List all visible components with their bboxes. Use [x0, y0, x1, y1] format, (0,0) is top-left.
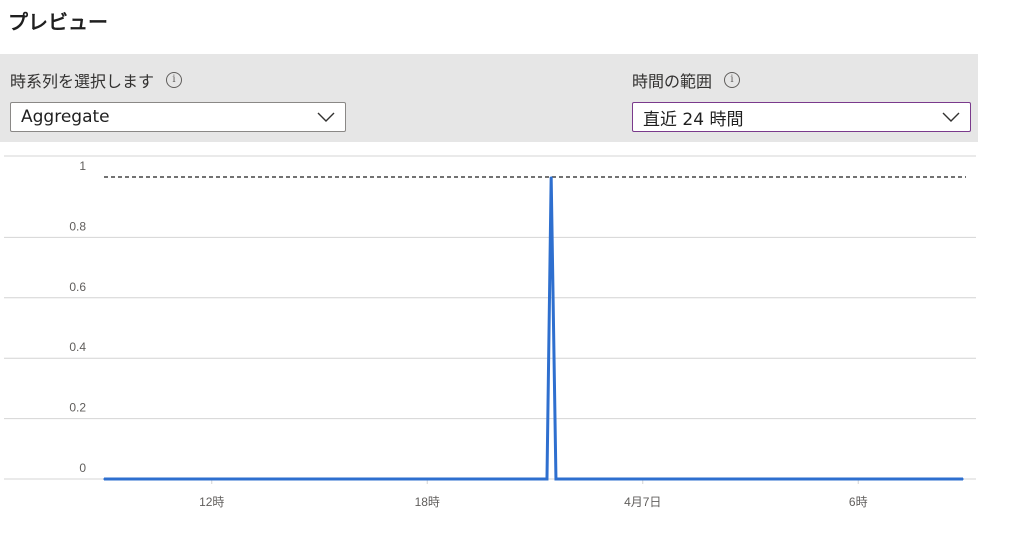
- x-tick-label: 4月7日: [624, 495, 661, 509]
- series-label-text: 時系列を選択します: [10, 72, 155, 91]
- page-title: プレビュー: [8, 10, 108, 34]
- filter-bar: 時系列を選択します i Aggregate 時間の範囲 i 直近 24 時間: [0, 54, 978, 142]
- series-line: [104, 176, 964, 481]
- chevron-down-icon: [317, 112, 335, 122]
- y-tick-label: 1: [79, 159, 86, 173]
- series-point: [962, 478, 964, 480]
- info-icon[interactable]: i: [724, 72, 741, 88]
- x-tick-label: 18時: [415, 495, 440, 509]
- time-range-label-text: 時間の範囲: [632, 72, 713, 91]
- chart-area: 0 0.2 0.4 0.6 0.8 1 12時 18時 4月7日 6時: [0, 150, 1024, 554]
- series-point: [546, 478, 548, 480]
- series-point: [555, 478, 557, 480]
- series-label: 時系列を選択します i: [10, 68, 183, 92]
- y-tick-label: 0.2: [69, 401, 86, 415]
- y-tick-label: 0.6: [69, 280, 86, 294]
- time-range-dropdown[interactable]: 直近 24 時間: [632, 102, 971, 132]
- series-point: [550, 176, 552, 178]
- time-range-label: 時間の範囲 i: [632, 68, 741, 92]
- y-tick-label: 0.8: [69, 219, 86, 233]
- series-point: [103, 478, 105, 480]
- line-chart: 0 0.2 0.4 0.6 0.8 1 12時 18時 4月7日 6時: [4, 155, 976, 509]
- x-tick-label: 6時: [849, 495, 868, 509]
- x-tick-label: 12時: [199, 495, 224, 509]
- info-icon[interactable]: i: [166, 72, 183, 88]
- chevron-down-icon: [942, 112, 960, 122]
- time-range-dropdown-value: 直近 24 時間: [643, 109, 744, 130]
- series-dropdown-value: Aggregate: [21, 107, 110, 127]
- y-tick-label: 0.4: [69, 340, 86, 354]
- y-tick-label: 0: [79, 461, 86, 475]
- series-dropdown[interactable]: Aggregate: [10, 102, 346, 132]
